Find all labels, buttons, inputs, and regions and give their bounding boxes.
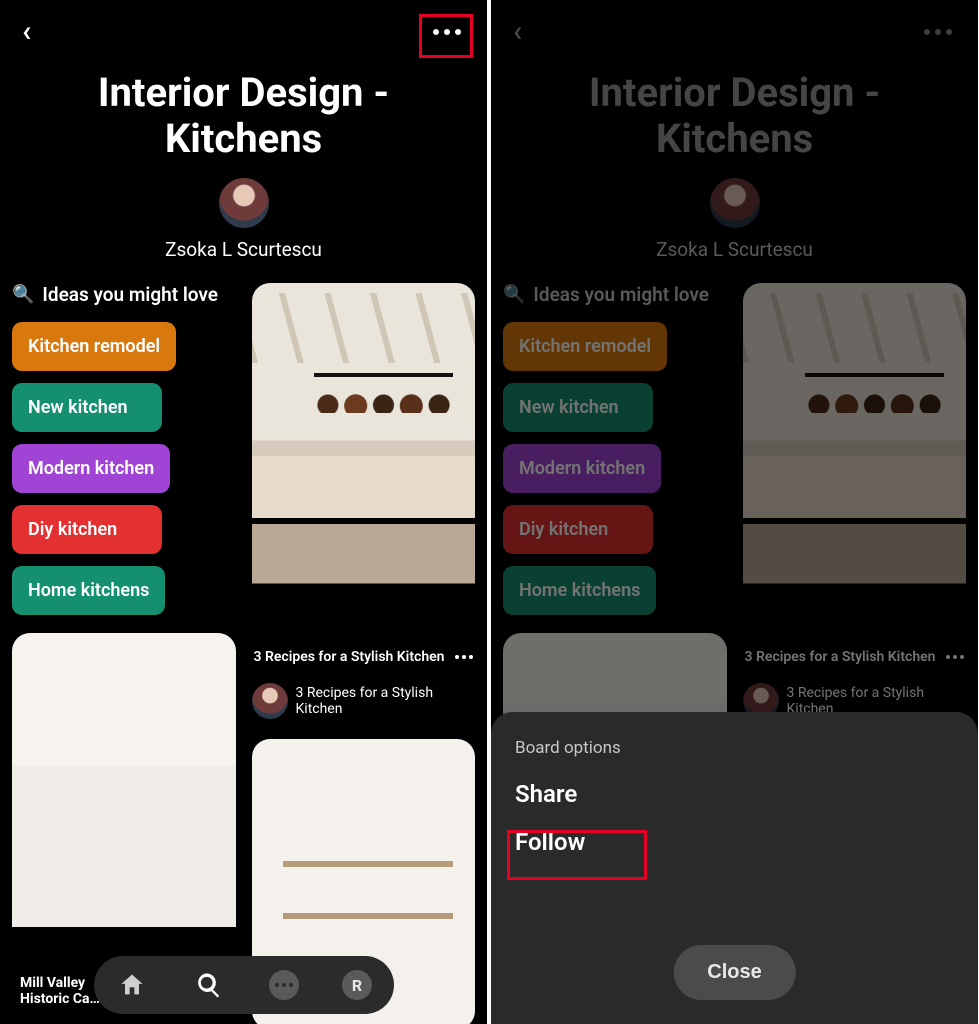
- pin-desc: 3 Recipes for a Stylish Kitchen: [296, 685, 476, 717]
- pin-caption: 3 Recipes for a Stylish Kitchen: [745, 649, 936, 665]
- more-icon[interactable]: [429, 23, 465, 41]
- header: ‹: [0, 0, 487, 52]
- idea-chip[interactable]: New kitchen: [503, 383, 653, 432]
- idea-chip[interactable]: Kitchen remodel: [503, 322, 667, 371]
- more-icon[interactable]: [920, 23, 956, 41]
- ideas-heading: 🔍 Ideas you might love: [12, 283, 236, 306]
- right-column: 3 Recipes for a Stylish Kitchen 3 Recipe…: [252, 283, 476, 1024]
- idea-chip[interactable]: Modern kitchen: [503, 444, 661, 493]
- pin-image[interactable]: [252, 283, 476, 633]
- option-follow[interactable]: Follow: [515, 828, 954, 856]
- idea-chip[interactable]: Diy kitchen: [12, 505, 162, 554]
- option-share[interactable]: Share: [515, 780, 954, 808]
- pin-caption-row: 3 Recipes for a Stylish Kitchen: [743, 649, 967, 665]
- screen-board-options: ‹ Interior Design - Kitchens Zsoka L Scu…: [491, 0, 978, 1024]
- board-body: 🔍 Ideas you might love Kitchen remodel Ne…: [0, 283, 487, 1024]
- ideas-heading-text: Ideas you might love: [533, 283, 709, 306]
- left-column: 🔍 Ideas you might love Kitchen remodel Ne…: [12, 283, 236, 1024]
- author-avatar[interactable]: [710, 178, 760, 228]
- idea-chip[interactable]: Diy kitchen: [503, 505, 653, 554]
- ideas-heading: 🔍 Ideas you might love: [503, 283, 727, 306]
- nav-search-icon[interactable]: [192, 968, 226, 1002]
- nav-profile[interactable]: R: [342, 970, 372, 1000]
- pin-author-avatar: [252, 683, 288, 719]
- idea-chip[interactable]: New kitchen: [12, 383, 162, 432]
- idea-chip[interactable]: Kitchen remodel: [12, 322, 176, 371]
- search-icon: 🔍: [12, 284, 34, 305]
- close-button[interactable]: Close: [673, 945, 795, 1000]
- idea-chip[interactable]: Home kitchens: [503, 566, 656, 615]
- back-icon[interactable]: ‹: [22, 17, 31, 47]
- author-name[interactable]: Zsoka L Scurtescu: [491, 238, 978, 261]
- pin-more-icon[interactable]: [455, 655, 473, 659]
- search-icon: 🔍: [503, 284, 525, 305]
- author-avatar[interactable]: [219, 178, 269, 228]
- idea-chips: Kitchen remodel New kitchen Modern kitchen…: [503, 322, 727, 615]
- pin-caption: 3 Recipes for a Stylish Kitchen: [254, 649, 445, 665]
- board-title: Interior Design - Kitchens: [0, 52, 487, 162]
- idea-chip[interactable]: Home kitchens: [12, 566, 165, 615]
- pin-caption: Mill Valley Historic Ca…: [20, 975, 100, 1007]
- header: ‹: [491, 0, 978, 52]
- sheet-label: Board options: [515, 738, 954, 758]
- author-name[interactable]: Zsoka L Scurtescu: [0, 238, 487, 261]
- pin-more-icon[interactable]: [946, 655, 964, 659]
- nav-messages-icon[interactable]: [269, 970, 299, 1000]
- ideas-heading-text: Ideas you might love: [42, 283, 218, 306]
- idea-chips: Kitchen remodel New kitchen Modern kitchen…: [12, 322, 236, 615]
- board-title: Interior Design - Kitchens: [491, 52, 978, 162]
- screen-content: ‹ Interior Design - Kitchens Zsoka L Scu…: [491, 0, 978, 833]
- nav-home-icon[interactable]: [115, 968, 149, 1002]
- screen-board: ‹ Interior Design - Kitchens Zsoka L Scu…: [0, 0, 487, 1024]
- bottom-nav: R: [94, 956, 394, 1014]
- back-icon[interactable]: ‹: [513, 17, 522, 47]
- screen-content: ‹ Interior Design - Kitchens Zsoka L Scu…: [0, 0, 487, 1024]
- pin-caption-row: 3 Recipes for a Stylish Kitchen: [252, 649, 476, 665]
- idea-chip[interactable]: Modern kitchen: [12, 444, 170, 493]
- pin-image[interactable]: [743, 283, 967, 633]
- pin-attribution[interactable]: 3 Recipes for a Stylish Kitchen: [252, 683, 476, 719]
- board-options-sheet: Board options Share Follow Close: [491, 712, 978, 1024]
